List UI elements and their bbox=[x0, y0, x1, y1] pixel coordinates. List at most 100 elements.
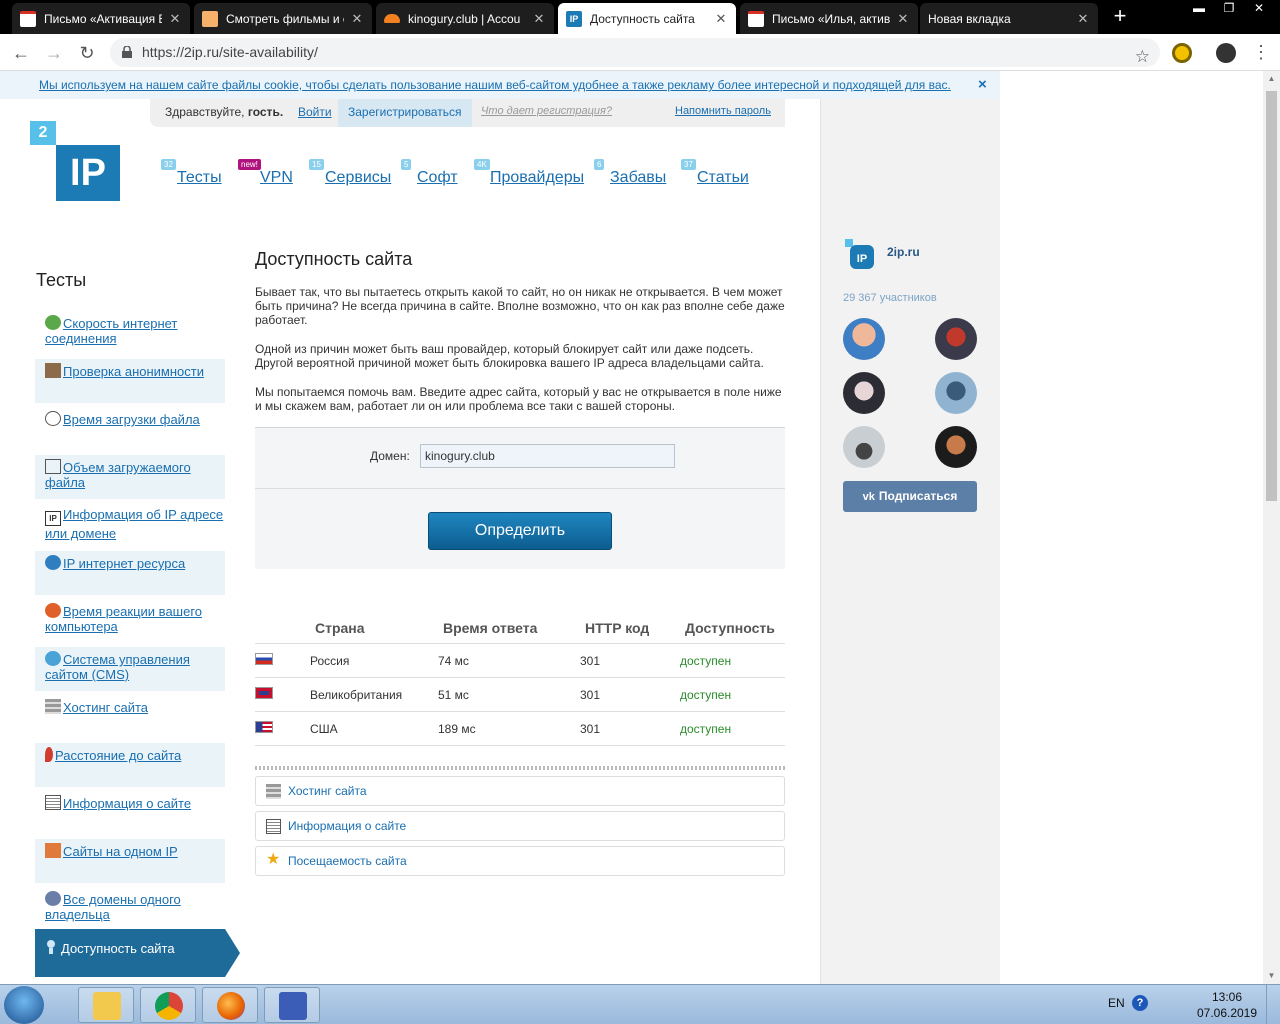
vk-subscribe-button[interactable]: vk Подписаться bbox=[843, 481, 977, 512]
close-icon[interactable]: ✕ bbox=[168, 11, 182, 27]
submit-button[interactable]: Определить bbox=[428, 512, 612, 550]
tool-link-site-info[interactable]: Информация о сайте bbox=[255, 811, 785, 841]
tool-link-traffic[interactable]: ★ Посещаемость сайта bbox=[255, 846, 785, 876]
extension-icon[interactable] bbox=[1172, 43, 1192, 63]
nav-providers[interactable]: 4K Провайдеры bbox=[474, 159, 584, 187]
sidebar-item-availability-active[interactable]: Доступность сайта bbox=[35, 929, 225, 977]
profile-avatar[interactable] bbox=[1216, 43, 1236, 63]
col-header-country: Страна bbox=[315, 620, 365, 636]
url-text: https://2ip.ru/site-availability/ bbox=[142, 44, 318, 60]
cookie-notice: Мы используем на нашем сайте файлы cooki… bbox=[0, 71, 1000, 99]
nav-articles[interactable]: 37 Статьи bbox=[681, 159, 749, 187]
browser-menu-icon[interactable]: ⋮ bbox=[1252, 42, 1270, 62]
page-title: Доступность сайта bbox=[255, 249, 413, 269]
sidebar-item-owner-domains[interactable]: Все домены одного владельца bbox=[35, 887, 225, 931]
close-icon[interactable]: ✕ bbox=[714, 11, 728, 27]
close-icon[interactable]: ✕ bbox=[1076, 11, 1090, 27]
sidebar-item-reaction[interactable]: Время реакции вашего компьютера bbox=[35, 599, 225, 643]
avatar[interactable] bbox=[935, 426, 977, 468]
avatar[interactable] bbox=[935, 318, 977, 360]
col-header-time: Время ответа bbox=[443, 620, 538, 636]
new-tab-button[interactable]: + bbox=[1110, 5, 1130, 27]
browser-tab[interactable]: Письмо «Илья, актив ✕ bbox=[740, 3, 918, 34]
owner-domains-icon bbox=[45, 891, 61, 906]
hosting-icon bbox=[266, 784, 281, 799]
login-link[interactable]: Войти bbox=[298, 105, 332, 119]
help-paragraph: Мы попытаемся помочь вам. Введите адрес … bbox=[255, 385, 782, 413]
sidebar-item-distance[interactable]: Расстояние до сайта bbox=[35, 743, 225, 787]
sidebar-item-site-info[interactable]: Информация о сайте bbox=[35, 791, 225, 835]
avatar[interactable] bbox=[843, 426, 885, 468]
lock-icon bbox=[122, 46, 132, 58]
minimize-button[interactable]: ▬ bbox=[1184, 0, 1214, 18]
site-info-icon bbox=[266, 819, 281, 834]
scroll-thumb[interactable] bbox=[1266, 91, 1277, 501]
taskbar-network-app[interactable] bbox=[264, 987, 320, 1023]
scroll-up-icon[interactable]: ▲ bbox=[1263, 71, 1280, 87]
address-bar[interactable]: https://2ip.ru/site-availability/ ☆ bbox=[110, 38, 1160, 67]
nav-tests[interactable]: 32 Тесты bbox=[161, 159, 222, 187]
page-scrollbar[interactable]: ▲ ▼ bbox=[1263, 71, 1280, 984]
avatar[interactable] bbox=[935, 372, 977, 414]
sidebar-item-anonymity[interactable]: Проверка анонимности bbox=[35, 359, 225, 403]
sidebar-item-ip-info[interactable]: IP Информация об IP адресе или домене bbox=[35, 503, 225, 547]
avatar[interactable] bbox=[843, 372, 885, 414]
browser-tab[interactable]: Письмо «Активация E ✕ bbox=[12, 3, 190, 34]
start-button[interactable] bbox=[4, 986, 44, 1024]
chrome-icon bbox=[155, 992, 183, 1020]
nav-vpn[interactable]: new! VPN bbox=[238, 159, 293, 187]
sidebar-active-pointer bbox=[225, 929, 240, 977]
members-count[interactable]: 29 367 участников bbox=[843, 292, 937, 304]
svg-text:IP: IP bbox=[857, 253, 867, 265]
domain-input[interactable] bbox=[420, 444, 675, 468]
sidebar-item-file-size[interactable]: Объем загружаемого файла bbox=[35, 455, 225, 499]
why-register-link[interactable]: Что дает регистрация? bbox=[481, 105, 612, 117]
taskbar-chrome[interactable] bbox=[140, 987, 196, 1023]
help-icon[interactable]: ? bbox=[1132, 995, 1148, 1011]
system-clock[interactable]: 13:06 07.06.2019 bbox=[1196, 989, 1258, 1021]
network-app-icon bbox=[279, 992, 307, 1020]
sidebar-item-ip-resource[interactable]: IP интернет ресурса bbox=[35, 551, 225, 595]
cookie-close-icon[interactable]: × bbox=[978, 76, 987, 93]
bookmark-star-icon[interactable]: ☆ bbox=[1135, 42, 1150, 71]
2ip-community-logo[interactable]: IP bbox=[845, 239, 877, 269]
browser-tab-active[interactable]: IP Доступность сайта ✕ bbox=[558, 3, 736, 34]
restore-button[interactable]: ❐ bbox=[1214, 0, 1244, 18]
browser-tab[interactable]: Смотреть фильмы и с ✕ bbox=[194, 3, 372, 34]
sidebar-item-hosting[interactable]: Хостинг сайта bbox=[35, 695, 225, 739]
reaction-icon bbox=[45, 603, 61, 618]
sidebar-item-speed[interactable]: Скорость интернет соединения bbox=[35, 311, 225, 355]
remind-password-link[interactable]: Напомнить пароль bbox=[675, 105, 771, 117]
site-logo[interactable]: 2 IP bbox=[30, 121, 120, 201]
sidebar-item-same-ip[interactable]: Сайты на одном IP bbox=[35, 839, 225, 883]
dotted-divider bbox=[255, 766, 785, 770]
window-close-button[interactable]: ✕ bbox=[1244, 0, 1274, 18]
close-icon[interactable]: ✕ bbox=[532, 11, 546, 27]
reload-button[interactable]: ↻ bbox=[76, 42, 98, 64]
taskbar-firefox[interactable] bbox=[202, 987, 258, 1023]
close-icon[interactable]: ✕ bbox=[350, 11, 364, 27]
close-icon[interactable]: ✕ bbox=[896, 11, 910, 27]
sidebar-item-file-time[interactable]: Время загрузки файла bbox=[35, 407, 225, 451]
browser-tab[interactable]: kinogury.club | Accou ✕ bbox=[376, 3, 554, 34]
table-row: Великобритания 51 мс 301 доступен bbox=[255, 678, 785, 712]
browser-tab[interactable]: Новая вкладка ✕ bbox=[920, 3, 1098, 34]
register-link[interactable]: Зарегистрироваться bbox=[338, 99, 472, 127]
tool-link-hosting[interactable]: Хостинг сайта bbox=[255, 776, 785, 806]
community-name[interactable]: 2ip.ru bbox=[887, 245, 920, 259]
nav-fun[interactable]: 6 Забавы bbox=[594, 159, 666, 187]
nav-soft[interactable]: 5 Софт bbox=[401, 159, 458, 187]
language-indicator[interactable]: EN bbox=[1108, 996, 1125, 1010]
back-button[interactable]: ← bbox=[10, 42, 32, 64]
intro-paragraph: Бывает так, что вы пытаетесь открыть как… bbox=[255, 285, 785, 327]
cookie-notice-link[interactable]: Мы используем на нашем сайте файлы cooki… bbox=[39, 78, 951, 92]
col-header-code: HTTP код bbox=[585, 620, 650, 636]
avatar[interactable] bbox=[843, 318, 885, 360]
scroll-down-icon[interactable]: ▼ bbox=[1263, 968, 1280, 984]
sidebar-item-cms[interactable]: Система управления сайтом (CMS) bbox=[35, 647, 225, 691]
forward-button[interactable]: → bbox=[43, 42, 65, 64]
reasons-paragraph: Одной из причин может быть ваш провайдер… bbox=[255, 342, 764, 370]
taskbar-explorer[interactable] bbox=[78, 987, 134, 1023]
nav-services[interactable]: 15 Сервисы bbox=[309, 159, 391, 187]
show-desktop-button[interactable] bbox=[1266, 985, 1280, 1024]
